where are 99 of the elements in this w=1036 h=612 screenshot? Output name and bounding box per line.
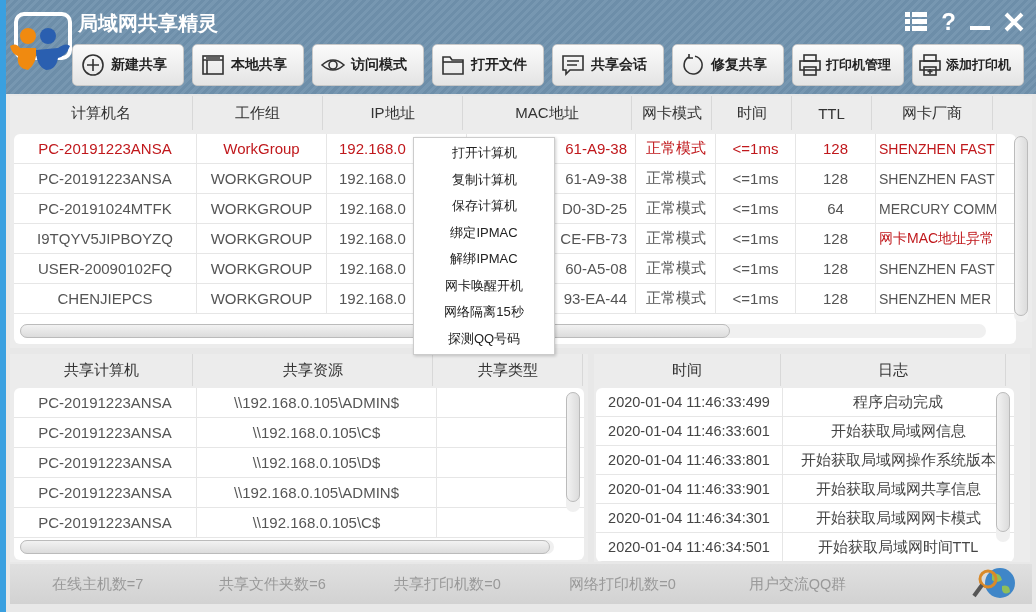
table-cell: 正常模式 [636, 134, 716, 163]
table-cell-text: 开始获取局域网共享信息 [814, 479, 982, 499]
column-header[interactable]: MAC地址 [463, 96, 632, 130]
table-cell: SHENZHEN FAST [876, 254, 997, 283]
table-cell: \\192.168.0.105\D$ [197, 448, 437, 477]
table-cell: 正常模式 [636, 224, 716, 253]
table-cell: WORKGROUP [197, 284, 327, 313]
scrollbar[interactable] [996, 392, 1010, 542]
table-cell: 网卡MAC地址异常 [876, 224, 997, 253]
table-cell: PC-20191223ANSA [14, 388, 197, 417]
table-cell: 2020-01-04 11:46:33:499 [596, 388, 783, 416]
chat-icon [562, 55, 584, 76]
table-cell: PC-20191223ANSA [14, 164, 197, 193]
table-cell: 2020-01-04 11:46:33:601 [596, 417, 783, 445]
scrollbar[interactable] [20, 540, 554, 554]
table-cell: PC-20191223ANSA [14, 478, 197, 507]
toolbar-button[interactable]: 添加打印机 [912, 44, 1024, 86]
table-cell: WORKGROUP [197, 194, 327, 223]
table-cell: 2020-01-04 11:46:34:501 [596, 533, 783, 561]
refresh-icon [683, 53, 703, 75]
toolbar-button[interactable]: 打印机管理 [792, 44, 904, 86]
table-cell: 2020-01-04 11:46:33:901 [596, 475, 783, 503]
column-header[interactable]: 计算机名 [10, 96, 193, 130]
table-cell: 128 [796, 224, 876, 253]
table-cell: PC-20191223ANSA [14, 134, 197, 163]
column-header[interactable]: 共享计算机 [10, 354, 193, 386]
column-header[interactable]: 工作组 [193, 96, 323, 130]
logo-icon [8, 12, 72, 72]
table-cell: CHENJIEPCS [14, 284, 197, 313]
table-cell-text: 开始获取局域网时间TTL [816, 537, 980, 557]
column-header[interactable]: TTL [792, 96, 872, 130]
table-cell: USER-20090102FQ [14, 254, 197, 283]
table-cell: <=1ms [716, 164, 796, 193]
table-cell: SHENZHEN FAST [876, 134, 997, 163]
column-header[interactable]: IP地址 [323, 96, 463, 130]
table-cell: SHENZHEN FAST [876, 164, 997, 193]
table-cell: <=1ms [716, 254, 796, 283]
table-cell: WORKGROUP [197, 254, 327, 283]
menu-item[interactable]: 探测QQ号码 [414, 325, 554, 352]
toolbar-button[interactable]: 打开文件 [432, 44, 544, 86]
table-cell: \\192.168.0.105\C$ [197, 508, 437, 537]
window-icon [202, 55, 224, 75]
scrollbar[interactable] [1014, 136, 1028, 322]
table-cell: SHENZHEN MER [876, 284, 997, 313]
column-header[interactable]: 时间 [594, 354, 781, 386]
printer-plus-icon [919, 54, 941, 76]
toolbar-button[interactable]: 新建共享 [72, 44, 184, 86]
table-cell: <=1ms [716, 224, 796, 253]
table-cell: 正常模式 [636, 284, 716, 313]
table-cell: PC-20191223ANSA [14, 448, 197, 477]
column-header[interactable]: 网卡厂商 [872, 96, 993, 130]
table-cell: PC-20191223ANSA [14, 508, 197, 537]
table-cell: \\192.168.0.105\ADMIN$ [197, 478, 437, 507]
status-text: 网络打印机数=0 [568, 574, 677, 594]
toolbar-button[interactable]: 修复共享 [672, 44, 784, 86]
column-header[interactable]: 时间 [712, 96, 792, 130]
status-text: 在线主机数=7 [50, 574, 145, 594]
window-title: 局域网共享精灵 [78, 11, 218, 36]
table-cell: 正常模式 [636, 254, 716, 283]
table-cell: 2020-01-04 11:46:33:801 [596, 446, 783, 474]
table-cell: WORKGROUP [197, 224, 327, 253]
table-cell-text: 程序启动完成 [852, 392, 944, 412]
table-cell: PC-20191223ANSA [14, 418, 197, 447]
folder-icon [442, 56, 464, 75]
table-cell: 64 [796, 194, 876, 223]
status-text: 共享文件夹数=6 [218, 574, 327, 594]
table-cell: 128 [796, 254, 876, 283]
table-cell: 正常模式 [636, 164, 716, 193]
table-cell: WORKGROUP [197, 164, 327, 193]
column-header[interactable]: 日志 [781, 354, 1006, 386]
table-cell: <=1ms [716, 284, 796, 313]
close-icon[interactable] [1004, 12, 1024, 32]
table-cell: 128 [796, 134, 876, 163]
scrollbar[interactable] [566, 392, 580, 512]
table-cell-text: 开始获取局域网信息 [829, 421, 967, 441]
plus-icon [82, 54, 104, 76]
table-cell-text: 开始获取局域网操作系统版本 [799, 450, 997, 470]
table-cell: \\192.168.0.105\ADMIN$ [197, 388, 437, 417]
printer-icon [799, 54, 821, 76]
table-cell: 128 [796, 164, 876, 193]
toolbar-button[interactable]: 共享会话 [552, 44, 664, 86]
table-cell: MERCURY COMM [876, 194, 997, 223]
table-cell: WorkGroup [197, 134, 327, 163]
status-text: 用户交流QQ群 [747, 574, 848, 594]
table-cell-text: 开始获取局域网网卡模式 [814, 508, 982, 528]
toolbar-button[interactable]: 访问模式 [312, 44, 424, 86]
eye-icon [321, 59, 345, 71]
table-cell: I9TQYV5JIPBOYZQ [14, 224, 197, 253]
table-cell: <=1ms [716, 134, 796, 163]
table-cell: <=1ms [716, 194, 796, 223]
toolbar-button[interactable]: 本地共享 [192, 44, 304, 86]
table-cell: PC-20191024MTFK [14, 194, 197, 223]
status-text: 共享打印机数=0 [393, 574, 502, 594]
table-cell: 2020-01-04 11:46:34:301 [596, 504, 783, 532]
menu-icon[interactable] [905, 12, 928, 32]
column-header[interactable]: 网卡模式 [632, 96, 712, 130]
table-cell: 128 [796, 284, 876, 313]
table-cell: \\192.168.0.105\C$ [197, 418, 437, 447]
table-cell: 正常模式 [636, 194, 716, 223]
